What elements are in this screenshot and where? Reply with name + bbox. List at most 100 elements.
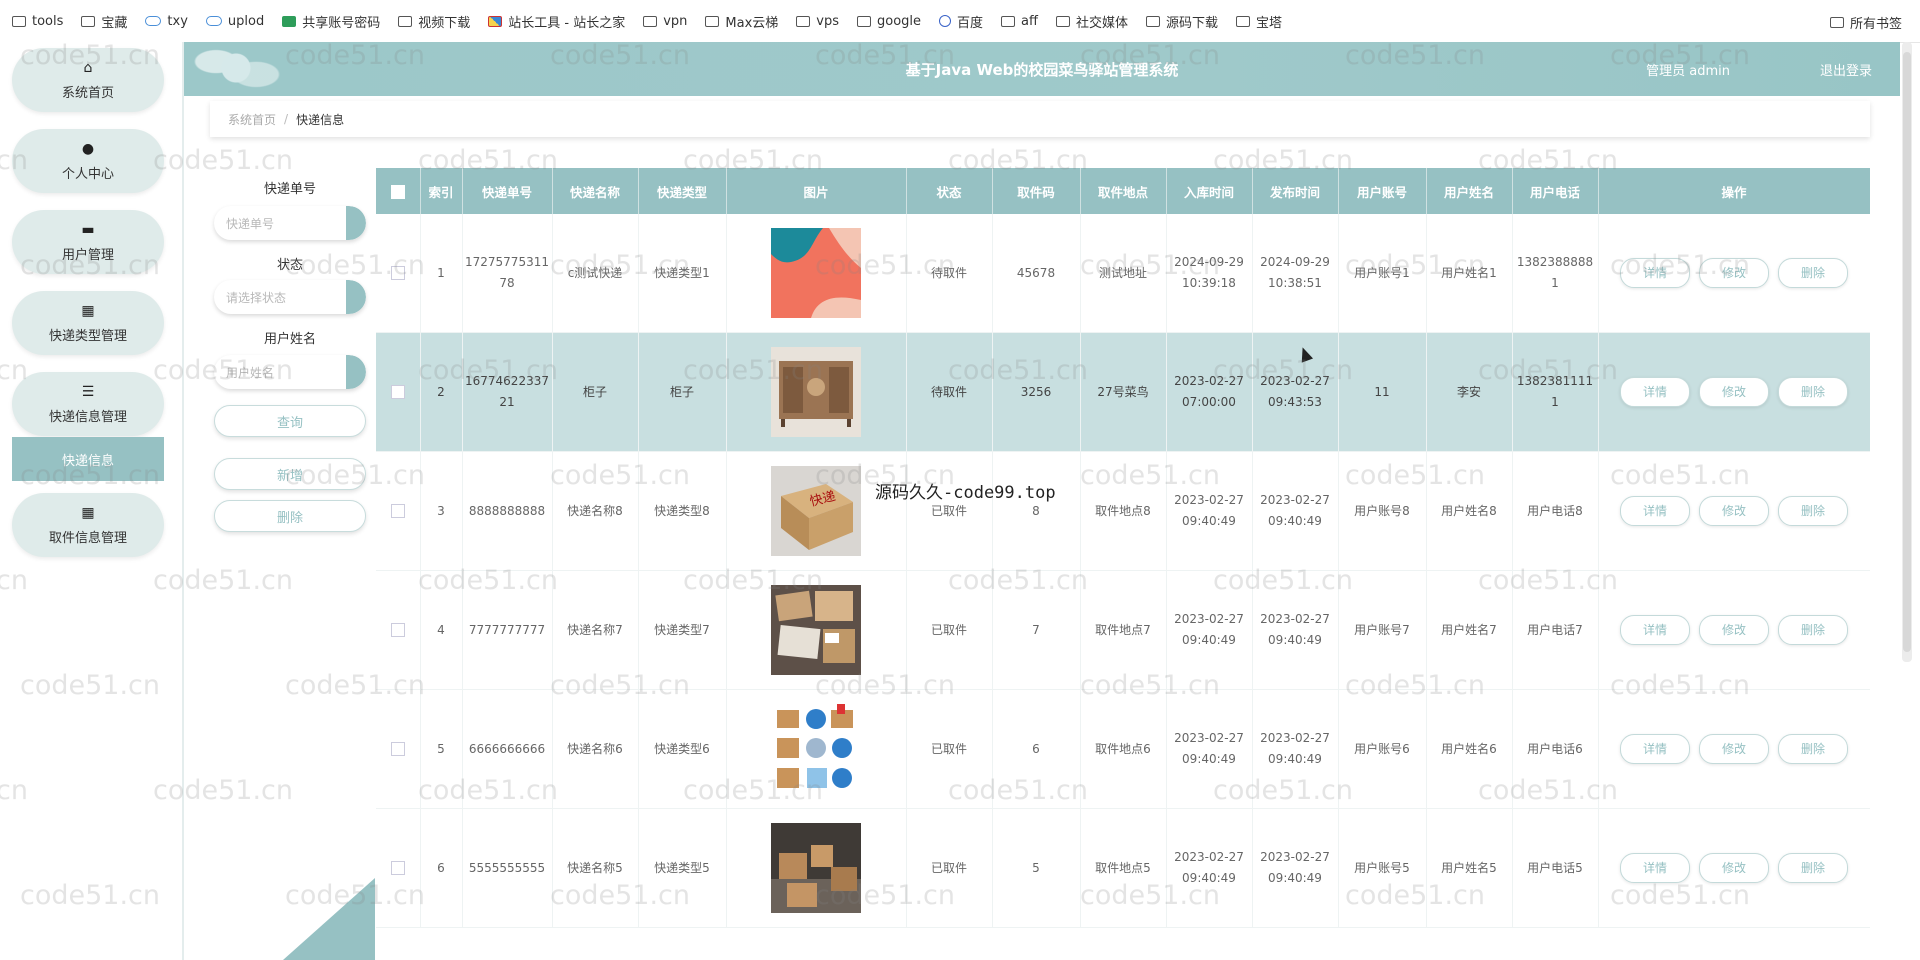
- row-checkbox[interactable]: [390, 385, 405, 399]
- tracking-no-field[interactable]: [214, 206, 366, 240]
- row-checkbox[interactable]: [390, 861, 405, 875]
- add-button[interactable]: 新增: [214, 458, 366, 490]
- detail-button[interactable]: 详情: [1620, 853, 1690, 883]
- sidebar-item-home[interactable]: ⌂ 系统首页: [12, 48, 164, 112]
- scrollbar-thumb[interactable]: [1903, 52, 1911, 652]
- delete-button[interactable]: 删除: [1778, 853, 1848, 883]
- col-header: 取件码: [992, 168, 1081, 214]
- tracking-no: 5555555555: [462, 808, 553, 928]
- status-select[interactable]: [214, 280, 366, 314]
- user-account: 用户账号8: [1338, 451, 1427, 571]
- edit-button[interactable]: 修改: [1699, 734, 1769, 764]
- detail-button[interactable]: 详情: [1620, 377, 1690, 407]
- edit-button[interactable]: 修改: [1699, 496, 1769, 526]
- table-row[interactable]: 5 6666666666 快递名称6 快递类型6 已取件 6 取件地点6 2023-02-27…: [376, 689, 1870, 809]
- batch-delete-button[interactable]: 删除: [214, 500, 366, 532]
- table-row[interactable]: 4 7777777777 快递名称7 快递类型7 已取件 7 取件地点7 2023-02-27…: [376, 570, 1870, 690]
- bookmark-item[interactable]: uplod: [205, 14, 264, 29]
- row-select-cell[interactable]: [376, 214, 421, 333]
- cloud-icon: [205, 16, 222, 26]
- col-header: 索引: [420, 168, 463, 214]
- row-select-cell[interactable]: [376, 808, 421, 928]
- bookmark-label: aff: [1021, 13, 1038, 29]
- status-label: 状态: [276, 258, 303, 273]
- status-select-input[interactable]: [214, 280, 348, 314]
- select-all-checkbox[interactable]: [390, 184, 405, 199]
- table-row[interactable]: 1 1727577531178 c测试快递 快递类型1 待取件 45678 测试地址 2024…: [376, 214, 1870, 333]
- select-all-cell[interactable]: [376, 168, 421, 214]
- row-checkbox[interactable]: [390, 266, 405, 280]
- publish-time: 2023-02-27 09:40:49: [1252, 808, 1339, 928]
- sidebar-item-users[interactable]: ▬ 用户管理: [12, 210, 164, 274]
- all-bookmarks[interactable]: 所有书签: [1829, 13, 1902, 32]
- in-time: 2023-02-27 07:00:00: [1166, 332, 1253, 452]
- bookmark-item[interactable]: 站长工具 - 站长之家: [488, 12, 625, 31]
- row-select-cell[interactable]: [376, 689, 421, 809]
- bookmark-item[interactable]: tools: [12, 14, 63, 29]
- edit-button[interactable]: 修改: [1699, 853, 1769, 883]
- query-button[interactable]: 查询: [214, 405, 366, 437]
- col-header: 用户账号: [1338, 168, 1427, 214]
- table-row[interactable]: 6 5555555555 快递名称5 快递类型5 已取件 5 取件地点5 2023-02-27…: [376, 808, 1870, 928]
- username-field[interactable]: [214, 355, 366, 389]
- folder-icon: [12, 15, 26, 27]
- delete-button[interactable]: 删除: [1778, 496, 1848, 526]
- delete-button[interactable]: 删除: [1778, 615, 1848, 645]
- tracking-no-input[interactable]: [214, 206, 348, 240]
- row-index: 5: [420, 689, 463, 809]
- bookmark-item[interactable]: 源码下载: [1146, 12, 1218, 31]
- table-row[interactable]: 2 1677462233721 柜子 柜子 待取件 3256 27号菜鸟 2023-02-27…: [376, 332, 1870, 452]
- bookmark-item[interactable]: txy: [145, 14, 188, 29]
- logout-link[interactable]: 退出登录: [1820, 60, 1872, 79]
- user-phone: 13823811111: [1512, 332, 1599, 452]
- delete-button[interactable]: 删除: [1778, 734, 1848, 764]
- detail-button[interactable]: 详情: [1620, 734, 1690, 764]
- bookmark-item[interactable]: Max云梯: [705, 12, 778, 31]
- sidebar-item-pickup[interactable]: ▦ 取件信息管理: [12, 493, 164, 557]
- sidebar-item-express-type[interactable]: ▦ 快递类型管理: [12, 291, 164, 355]
- delete-button[interactable]: 删除: [1778, 377, 1848, 407]
- bookmark-item[interactable]: google: [857, 14, 921, 29]
- in-time: 2023-02-27 09:40:49: [1166, 689, 1253, 809]
- breadcrumb-home[interactable]: 系统首页: [228, 111, 276, 128]
- tracking-no: 1727577531178: [462, 214, 553, 333]
- detail-button[interactable]: 详情: [1620, 615, 1690, 645]
- row-checkbox[interactable]: [390, 504, 405, 518]
- sidebar: ⌂ 系统首页 ● 个人中心 ▬ 用户管理 ▦ 快递类型管理 ☰ 快递信息管理 快…: [0, 42, 182, 960]
- table-row[interactable]: 3 8888888888 快递名称8 快递类型8 快递 已取件 8 取件地点8 2023-02-…: [376, 451, 1870, 571]
- row-checkbox[interactable]: [390, 623, 405, 637]
- row-actions: 详情 修改 删除: [1598, 451, 1870, 571]
- input-cap: [346, 206, 366, 240]
- bookmark-item[interactable]: 社交媒体: [1055, 12, 1128, 31]
- bookmark-item[interactable]: 宝藏: [81, 12, 127, 31]
- baidu-icon: [939, 15, 952, 27]
- bookmark-item[interactable]: 共享账号密码: [282, 12, 380, 31]
- bookmark-item[interactable]: aff: [1001, 14, 1038, 29]
- bookmark-item[interactable]: vps: [796, 14, 839, 29]
- detail-button[interactable]: 详情: [1620, 258, 1690, 288]
- row-select-cell[interactable]: [376, 332, 421, 452]
- sidebar-item-express-info[interactable]: ☰ 快递信息管理: [12, 372, 164, 436]
- delete-button[interactable]: 删除: [1778, 258, 1848, 288]
- col-header: 用户电话: [1512, 168, 1599, 214]
- bookmark-item[interactable]: 百度: [939, 12, 983, 31]
- express-thumbnail: [771, 585, 861, 675]
- row-checkbox[interactable]: [390, 742, 405, 756]
- pickup-place: 测试地址: [1080, 214, 1167, 333]
- pickup-place: 取件地点8: [1080, 451, 1167, 571]
- sidebar-item-profile[interactable]: ● 个人中心: [12, 129, 164, 193]
- bookmark-item[interactable]: 视频下载: [398, 12, 470, 31]
- bookmark-item[interactable]: vpn: [643, 14, 687, 29]
- bookmark-item[interactable]: 宝塔: [1236, 12, 1282, 31]
- detail-button[interactable]: 详情: [1620, 496, 1690, 526]
- edit-button[interactable]: 修改: [1699, 377, 1769, 407]
- submenu-express-info[interactable]: 快递信息: [12, 437, 164, 481]
- username-input[interactable]: [214, 355, 348, 389]
- row-select-cell[interactable]: [376, 451, 421, 571]
- edit-button[interactable]: 修改: [1699, 258, 1769, 288]
- edit-button[interactable]: 修改: [1699, 615, 1769, 645]
- sidebar-item-label: 取件信息管理: [48, 530, 127, 546]
- row-select-cell[interactable]: [376, 570, 421, 690]
- status: 已取件: [906, 451, 993, 571]
- express-image: [726, 808, 907, 928]
